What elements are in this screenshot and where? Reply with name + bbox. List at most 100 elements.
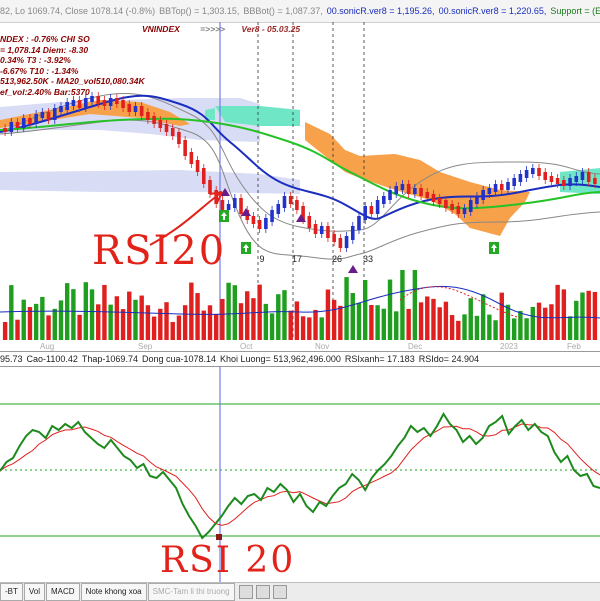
tab-4[interactable]: SMC-Tam li thi truong — [147, 583, 235, 601]
volume-bar — [245, 291, 250, 340]
tab-3[interactable]: Note khong xoa — [80, 583, 147, 601]
volume-bar — [437, 307, 442, 340]
price-chart[interactable]: 9 17 26 33 Aug Sep Oct Nov Dec 2023 Feb — [0, 22, 600, 351]
volume-bar — [108, 304, 113, 340]
candle — [574, 176, 579, 182]
volume-bar — [313, 309, 318, 340]
candle — [146, 112, 150, 120]
volume-bar — [412, 270, 418, 340]
volume-bar — [543, 307, 548, 340]
volume-bar — [462, 314, 467, 340]
volume-bar — [456, 320, 461, 340]
candle — [251, 216, 256, 224]
candle — [543, 172, 548, 180]
ohlc-segment-5: RSIxanh= 17.183 — [344, 354, 415, 364]
candle — [506, 182, 510, 190]
candle — [239, 198, 243, 214]
candle — [220, 200, 225, 210]
volume-bar — [518, 310, 523, 340]
tab-2[interactable]: MACD — [46, 583, 80, 601]
volume-bar — [89, 289, 95, 340]
info-line-3: -6.67% T10 : -1.34% — [0, 65, 79, 76]
candle — [257, 220, 262, 229]
candle — [450, 204, 454, 210]
marker-label-3: 33 — [363, 254, 373, 264]
indicator-tabs: -BT Vol MACD Note khong xoa SMC-Tam li thi t… — [0, 582, 600, 601]
volume-bar — [263, 303, 269, 340]
candle — [332, 234, 336, 242]
candle — [481, 190, 485, 200]
candle — [555, 178, 560, 184]
candle — [531, 168, 535, 174]
volume-bar — [139, 295, 144, 340]
volume-bar — [40, 296, 45, 340]
candle — [189, 152, 194, 164]
x-axis-label-5: 2023 — [500, 342, 518, 351]
volume-bar — [592, 291, 598, 340]
volume-bar — [307, 317, 312, 340]
tab-1[interactable]: Vol — [23, 583, 46, 601]
candle — [71, 100, 76, 106]
volume-bar — [567, 316, 573, 340]
annotation-rsi-bottom: RSI 20 — [160, 540, 296, 581]
ohlc-segment-2: Thap-1069.74 — [81, 354, 138, 364]
volume-bar — [586, 290, 591, 340]
tab-toolbar-icon[interactable] — [238, 584, 253, 599]
header-segment-0: 82, Lo 1069.74, Close 1078.14 (-0.8%) — [0, 6, 156, 16]
candle — [344, 236, 349, 248]
volume-bar — [207, 305, 213, 340]
volume-bar — [58, 300, 64, 340]
candle — [499, 184, 504, 190]
candle — [549, 176, 554, 182]
candle — [21, 118, 26, 128]
candle — [84, 98, 88, 108]
volume-bar — [145, 305, 151, 340]
volume-bar — [251, 298, 256, 340]
candle — [9, 122, 14, 132]
cloud-orange-right — [305, 122, 530, 236]
chart-version: Ver8 - 05.03.25 — [241, 24, 301, 34]
volume-bar — [9, 285, 14, 340]
tab-0[interactable]: -BT — [0, 583, 23, 601]
volume-bar — [449, 315, 455, 340]
info-line-5: ef_vol:2.40% Bar:5370 — [0, 86, 90, 97]
volume-bar — [170, 321, 175, 340]
volume-bar — [232, 285, 238, 340]
candle — [307, 216, 312, 228]
volume-bar — [574, 300, 579, 340]
candle — [468, 200, 473, 212]
candle — [115, 98, 119, 104]
x-axis-label-6: Feb — [567, 342, 581, 351]
volume-bar — [350, 293, 355, 340]
volume-bar — [182, 305, 188, 340]
candle — [419, 188, 423, 196]
tab-toolbar-icon[interactable] — [255, 584, 270, 599]
volume-bar — [213, 313, 219, 340]
rsi-chart[interactable] — [0, 366, 600, 582]
volume-bar — [549, 304, 554, 340]
candle — [394, 186, 399, 194]
candle — [338, 238, 343, 248]
info-line-0: NDEX : -0.76% CHI SO — [0, 34, 90, 44]
candle — [406, 184, 411, 194]
x-axis-label-1: Sep — [138, 342, 153, 351]
ohlc-segment-6: RSIdo= 24.904 — [418, 354, 480, 364]
candle — [437, 198, 442, 204]
volume-bar — [151, 316, 157, 340]
volume-bar — [480, 294, 486, 340]
candle — [388, 190, 392, 200]
volume-bar — [431, 298, 436, 340]
candle — [586, 172, 591, 182]
volume-bar — [238, 303, 244, 340]
volume-bar — [27, 307, 33, 340]
candle — [96, 96, 101, 104]
volume-bar — [331, 299, 337, 340]
volume-bar — [288, 310, 293, 340]
volume-bar — [499, 292, 504, 340]
volume-bar — [406, 308, 411, 340]
tab-toolbar-icon[interactable] — [272, 584, 287, 599]
ohlc-segment-4: Khoi Luong= 513,962,496.000 — [220, 354, 341, 364]
volume-bar — [381, 308, 387, 340]
x-axis-label-2: Oct — [240, 342, 253, 351]
x-axis-label-0: Aug — [40, 342, 54, 351]
